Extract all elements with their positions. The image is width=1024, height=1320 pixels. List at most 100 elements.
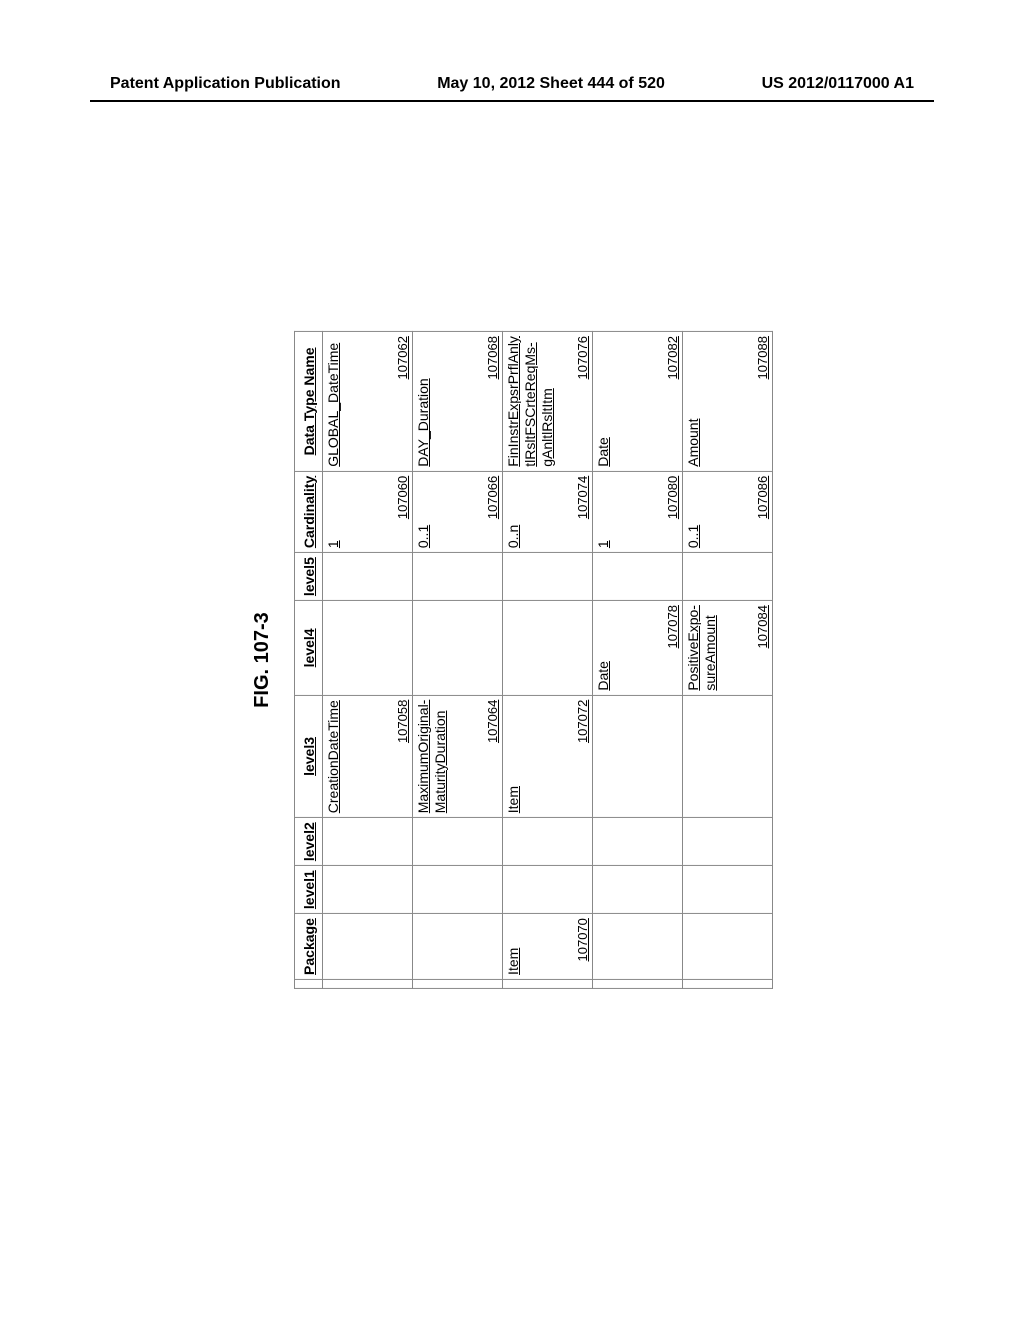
- ref-number: 107066: [485, 476, 500, 519]
- cell-text: FinInstrExpsrPrflAnly tlRsltFSCrteReqMs-…: [505, 336, 555, 467]
- cell-dtn: Amount 107088: [683, 332, 773, 472]
- cell-level1: [323, 866, 413, 914]
- col-package: Package: [295, 914, 323, 980]
- header-left: Patent Application Publication: [110, 75, 341, 93]
- cell-level5: [683, 553, 773, 601]
- ref-number: 107072: [575, 700, 590, 743]
- schema-table: Package level1 level2 level3 level4 leve…: [294, 331, 773, 989]
- cell-level1: [503, 866, 593, 914]
- cell-blank: [593, 979, 683, 988]
- cell-level4: [503, 601, 593, 696]
- cell-card: 1 107080: [593, 471, 683, 552]
- cell-text: Item: [505, 918, 522, 975]
- cell-dtn: DAY_Duration 107068: [413, 332, 503, 472]
- col-level3: level3: [295, 695, 323, 818]
- cell-level2: [503, 818, 593, 866]
- col-level2: level2: [295, 818, 323, 866]
- cell-level1: [683, 866, 773, 914]
- ref-number: 107064: [485, 700, 500, 743]
- col-level1: level1: [295, 866, 323, 914]
- col-level4: level4: [295, 601, 323, 696]
- cell-level5: [593, 553, 683, 601]
- cell-level4: [413, 601, 503, 696]
- col-blank: [295, 979, 323, 988]
- col-level5: level5: [295, 553, 323, 601]
- cell-text: 0..1: [415, 476, 432, 548]
- cell-level2: [683, 818, 773, 866]
- ref-number: 107062: [395, 336, 410, 379]
- cell-package: [413, 914, 503, 980]
- col-datatype: Data Type Name: [295, 332, 323, 472]
- ref-number: 107078: [665, 605, 680, 648]
- figure-label: FIG. 107-3: [251, 331, 274, 989]
- table-row: Date 107078 1 107080 Date 107082: [593, 332, 683, 989]
- cell-blank: [503, 979, 593, 988]
- figure-wrapper: FIG. 107-3 Package level1 level2 level3 …: [251, 331, 773, 989]
- cell-level1: [413, 866, 503, 914]
- cell-package: Item 107070: [503, 914, 593, 980]
- ref-number: 107088: [755, 336, 770, 379]
- cell-level4: Date 107078: [593, 601, 683, 696]
- cell-text: PositiveExpo- sureAmount: [685, 605, 719, 691]
- cell-text: Amount: [685, 336, 702, 467]
- ref-number: 107080: [665, 476, 680, 519]
- cell-text: 1: [595, 476, 612, 548]
- header-center: May 10, 2012 Sheet 444 of 520: [437, 75, 665, 93]
- ref-number: 107086: [755, 476, 770, 519]
- cell-card: 1 107060: [323, 471, 413, 552]
- cell-package: [593, 914, 683, 980]
- table-row: MaximumOriginal- MaturityDuration 107064 0…: [413, 332, 503, 989]
- cell-text: DAY_Duration: [415, 336, 432, 467]
- ref-number: 107076: [575, 336, 590, 379]
- header-right: US 2012/0117000 A1: [762, 75, 914, 93]
- cell-dtn: Date 107082: [593, 332, 683, 472]
- table-row: CreationDateTime 107058 1 107060 GLOBAL_Date…: [323, 332, 413, 989]
- cell-text: MaximumOriginal- MaturityDuration: [415, 700, 449, 814]
- cell-level2: [413, 818, 503, 866]
- ref-number: 107084: [755, 605, 770, 648]
- cell-level4: [323, 601, 413, 696]
- cell-blank: [683, 979, 773, 988]
- ref-number: 107058: [395, 700, 410, 743]
- ref-number: 107068: [485, 336, 500, 379]
- header-rule: [90, 100, 934, 102]
- cell-level2: [323, 818, 413, 866]
- col-cardinality: Cardinality: [295, 471, 323, 552]
- cell-package: [683, 914, 773, 980]
- ref-number: 107074: [575, 476, 590, 519]
- cell-level5: [323, 553, 413, 601]
- cell-text: Date: [595, 605, 612, 691]
- page-header: Patent Application Publication May 10, 2…: [0, 75, 1024, 93]
- cell-level4: PositiveExpo- sureAmount 107084: [683, 601, 773, 696]
- cell-text: CreationDateTime: [325, 700, 342, 814]
- cell-level1: [593, 866, 683, 914]
- ref-number: 107060: [395, 476, 410, 519]
- cell-text: Date: [595, 336, 612, 467]
- ref-number: 107082: [665, 336, 680, 379]
- cell-blank: [323, 979, 413, 988]
- cell-level5: [413, 553, 503, 601]
- cell-level3: MaximumOriginal- MaturityDuration 107064: [413, 695, 503, 818]
- cell-card: 0..1 107086: [683, 471, 773, 552]
- cell-text: GLOBAL_DateTime: [325, 336, 342, 467]
- table-row: PositiveExpo- sureAmount 107084 0..1 107086…: [683, 332, 773, 989]
- cell-text: 0..1: [685, 476, 702, 548]
- cell-dtn: FinInstrExpsrPrflAnly tlRsltFSCrteReqMs-…: [503, 332, 593, 472]
- cell-blank: [413, 979, 503, 988]
- cell-text: Item: [505, 700, 522, 814]
- cell-text: 0..n: [505, 476, 522, 548]
- cell-package: [323, 914, 413, 980]
- cell-level2: [593, 818, 683, 866]
- cell-card: 0..1 107066: [413, 471, 503, 552]
- cell-text: 1: [325, 476, 342, 548]
- cell-level5: [503, 553, 593, 601]
- ref-number: 107070: [575, 918, 590, 961]
- table-row: Item 107070 Item 107072 0..n 107074 FinInstrEx…: [503, 332, 593, 989]
- table-header-row: Package level1 level2 level3 level4 leve…: [295, 332, 323, 989]
- cell-card: 0..n 107074: [503, 471, 593, 552]
- cell-level3: [593, 695, 683, 818]
- cell-level3: Item 107072: [503, 695, 593, 818]
- cell-level3: [683, 695, 773, 818]
- cell-level3: CreationDateTime 107058: [323, 695, 413, 818]
- cell-dtn: GLOBAL_DateTime 107062: [323, 332, 413, 472]
